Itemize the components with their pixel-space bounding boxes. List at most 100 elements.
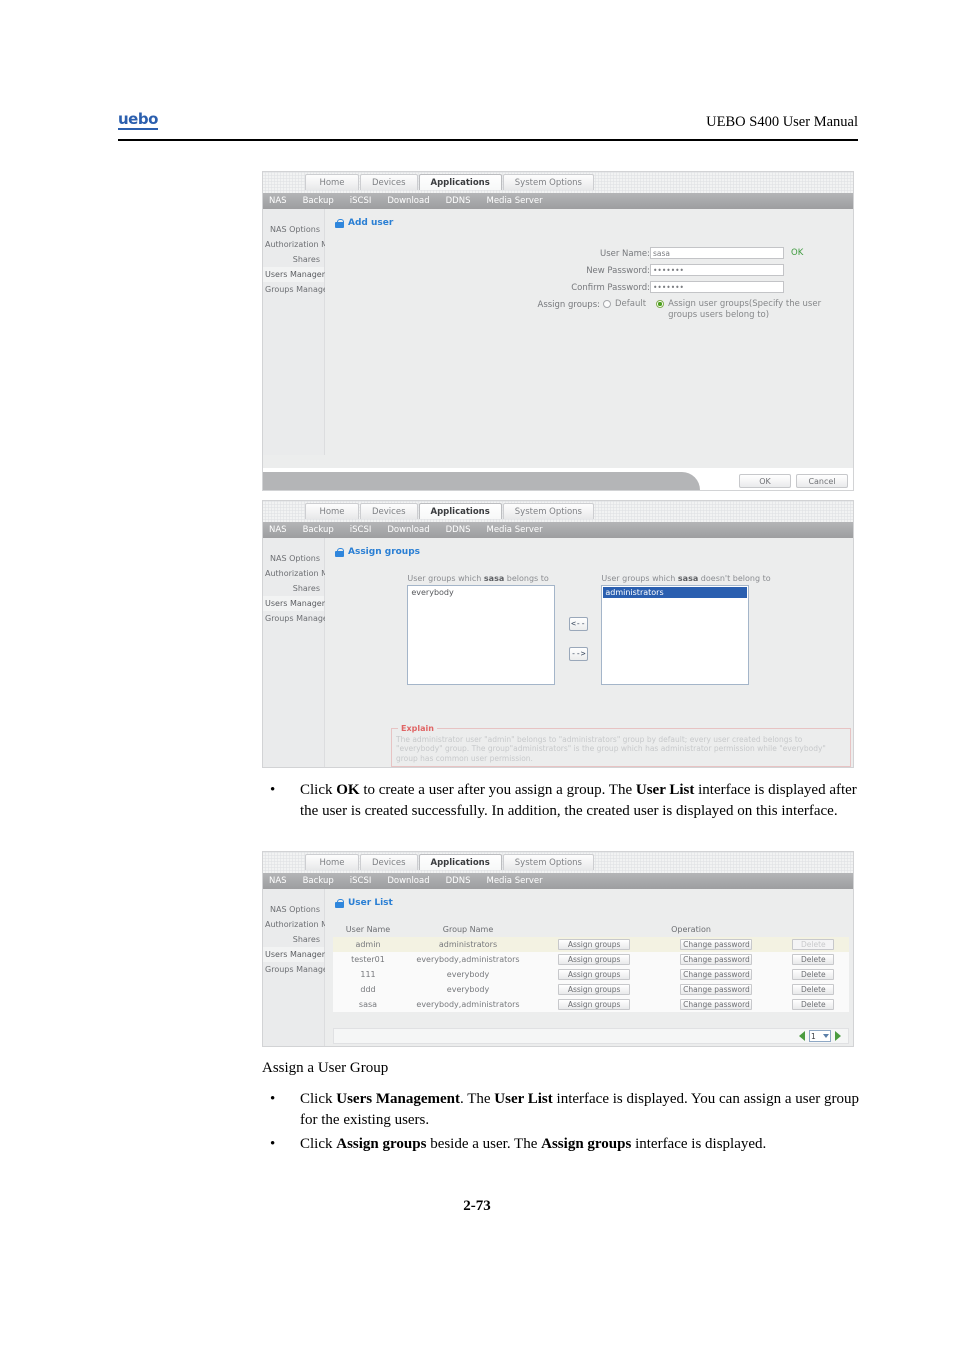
not-belongs-to-listbox[interactable]: administrators xyxy=(601,585,750,685)
cell-group-name: everybody xyxy=(403,982,533,997)
subnav-nas[interactable]: NAS xyxy=(269,196,287,206)
tab-applications-2[interactable]: Applications xyxy=(418,503,502,519)
sidebar3-item-groups-management[interactable]: Groups Management xyxy=(263,962,349,977)
screenshot-user-list: Home Devices Applications System Options… xyxy=(262,851,854,1047)
shot1-body: NAS Options Authorization Mode Shares Us… xyxy=(263,209,853,455)
change-password-button[interactable]: Change password xyxy=(680,999,753,1010)
subnav-media-server-3[interactable]: Media Server xyxy=(486,876,542,886)
list-item[interactable]: everybody xyxy=(409,587,553,598)
cell-change-password: Change password xyxy=(655,937,778,952)
ok-button[interactable]: OK xyxy=(739,474,791,488)
assign-groups-button[interactable]: Assign groups xyxy=(558,984,631,995)
delete-button[interactable]: Delete xyxy=(792,999,835,1010)
subnav-download-2[interactable]: Download xyxy=(387,525,429,535)
subnav-download-3[interactable]: Download xyxy=(387,876,429,886)
panel-title-text: Add user xyxy=(348,218,394,228)
page-select[interactable]: 1 xyxy=(809,1030,831,1042)
column-header-group-name: Group Name xyxy=(442,925,494,934)
cancel-button[interactable]: Cancel xyxy=(796,474,848,488)
paragraph-click-users-management: • Click Users Management. The User List … xyxy=(262,1089,862,1131)
tab-system-options-3[interactable]: System Options xyxy=(502,854,594,870)
cell-assign-groups: Assign groups xyxy=(533,937,656,952)
list-item[interactable]: administrators xyxy=(603,587,748,598)
label-new-password: New Password: xyxy=(586,266,650,276)
previous-page-icon[interactable] xyxy=(799,1031,805,1041)
confirm-password-input[interactable]: ••••••• xyxy=(650,281,784,293)
panel-title-assign-groups: Assign groups xyxy=(325,538,853,557)
assign-groups-button[interactable]: Assign groups xyxy=(558,999,631,1010)
assign-groups-button[interactable]: Assign groups xyxy=(558,939,631,950)
subnav-backup-3[interactable]: Backup xyxy=(303,876,334,886)
tab-home[interactable]: Home xyxy=(305,174,359,190)
next-page-icon[interactable] xyxy=(835,1031,841,1041)
tab-devices-3[interactable]: Devices xyxy=(360,854,418,870)
subnav-backup-2[interactable]: Backup xyxy=(303,525,334,535)
move-left-button[interactable]: <-- xyxy=(568,616,588,631)
subnav-download[interactable]: Download xyxy=(387,196,429,206)
row-confirm-password: Confirm Password: ••••••• xyxy=(325,281,853,293)
sidebar2-item-nas-options[interactable]: NAS Options xyxy=(263,552,324,567)
subnav-iscsi-2[interactable]: iSCSI xyxy=(350,525,372,535)
page-number: 2-73 xyxy=(463,1198,491,1214)
tab-devices[interactable]: Devices xyxy=(360,174,418,190)
assign-groups-button[interactable]: Assign groups xyxy=(558,969,631,980)
subnav-iscsi-3[interactable]: iSCSI xyxy=(350,876,372,886)
assign-groups-transfer: User groups which sasa belongs to everyb… xyxy=(325,574,853,685)
cell-delete: Delete xyxy=(777,952,849,967)
sidebar2-item-users-management[interactable]: Users Management xyxy=(263,596,343,612)
sidebar-item-nas-options[interactable]: NAS Options xyxy=(263,223,324,238)
change-password-button[interactable]: Change password xyxy=(680,984,753,995)
sidebar2-item-authorization-mode[interactable]: Authorization Mode xyxy=(263,567,343,582)
main-tabs-2: Home Devices Applications System Options xyxy=(305,503,595,519)
sidebar-item-authorization-mode[interactable]: Authorization Mode xyxy=(263,238,343,253)
radio-default[interactable] xyxy=(603,300,611,308)
subnav-media-server[interactable]: Media Server xyxy=(486,196,542,206)
change-password-button[interactable]: Change password xyxy=(680,954,753,965)
chevron-down-icon xyxy=(823,1034,829,1038)
change-password-button[interactable]: Change password xyxy=(680,969,753,980)
sidebar-item-shares[interactable]: Shares xyxy=(263,253,324,268)
user-name-input[interactable]: sasa xyxy=(650,247,784,259)
subnav-media-server-2[interactable]: Media Server xyxy=(486,525,542,535)
sidebar2-item-shares[interactable]: Shares xyxy=(263,582,324,597)
delete-button[interactable]: Delete xyxy=(792,969,835,980)
subnav-ddns[interactable]: DDNS xyxy=(446,196,471,206)
shot2-body: NAS Options Authorization Mode Shares Us… xyxy=(263,538,853,767)
cell-delete: Delete xyxy=(777,982,849,997)
explain-legend: Explain xyxy=(398,723,437,733)
tab-applications[interactable]: Applications xyxy=(418,174,502,190)
sidebar2-item-groups-management[interactable]: Groups Management xyxy=(263,611,349,626)
sidebar3-item-shares[interactable]: Shares xyxy=(263,933,324,948)
subnav-nas-2[interactable]: NAS xyxy=(269,525,287,535)
belongs-to-listbox[interactable]: everybody xyxy=(407,585,556,685)
delete-button[interactable]: Delete xyxy=(792,954,835,965)
radio-assign-user-groups[interactable] xyxy=(656,300,665,308)
sidebar-item-users-management[interactable]: Users Management xyxy=(263,267,343,283)
subnav-backup[interactable]: Backup xyxy=(303,196,334,206)
tab-applications-3[interactable]: Applications xyxy=(418,854,502,870)
subnav-ddns-2[interactable]: DDNS xyxy=(446,525,471,535)
subnav-iscsi[interactable]: iSCSI xyxy=(350,196,372,206)
cell-change-password: Change password xyxy=(655,997,778,1012)
new-password-input[interactable]: ••••••• xyxy=(650,264,784,276)
subnav-nas-3[interactable]: NAS xyxy=(269,876,287,886)
row-user-name: User Name: sasa OK xyxy=(325,247,853,259)
sidebar3-item-nas-options[interactable]: NAS Options xyxy=(263,903,324,918)
change-password-button[interactable]: Change password xyxy=(680,939,753,950)
subnav-ddns-3[interactable]: DDNS xyxy=(446,876,471,886)
sidebar-item-groups-management[interactable]: Groups Management xyxy=(263,282,349,297)
footer-curve-decoration xyxy=(263,472,700,490)
sidebar3-item-users-management[interactable]: Users Management xyxy=(263,947,343,963)
move-right-button[interactable]: --> xyxy=(568,646,588,661)
tab-system-options-2[interactable]: System Options xyxy=(502,503,594,519)
tab-system-options[interactable]: System Options xyxy=(502,174,594,190)
tab-home-3[interactable]: Home xyxy=(305,854,359,870)
cell-user-name: admin xyxy=(333,937,403,952)
assign-groups-button[interactable]: Assign groups xyxy=(558,954,631,965)
sidebar3-item-authorization-mode[interactable]: Authorization Mode xyxy=(263,918,343,933)
shot2-sidebar: NAS Options Authorization Mode Shares Us… xyxy=(263,538,349,767)
delete-button[interactable]: Delete xyxy=(792,984,835,995)
cell-group-name: everybody xyxy=(403,967,533,982)
tab-devices-2[interactable]: Devices xyxy=(360,503,418,519)
tab-home-2[interactable]: Home xyxy=(305,503,359,519)
